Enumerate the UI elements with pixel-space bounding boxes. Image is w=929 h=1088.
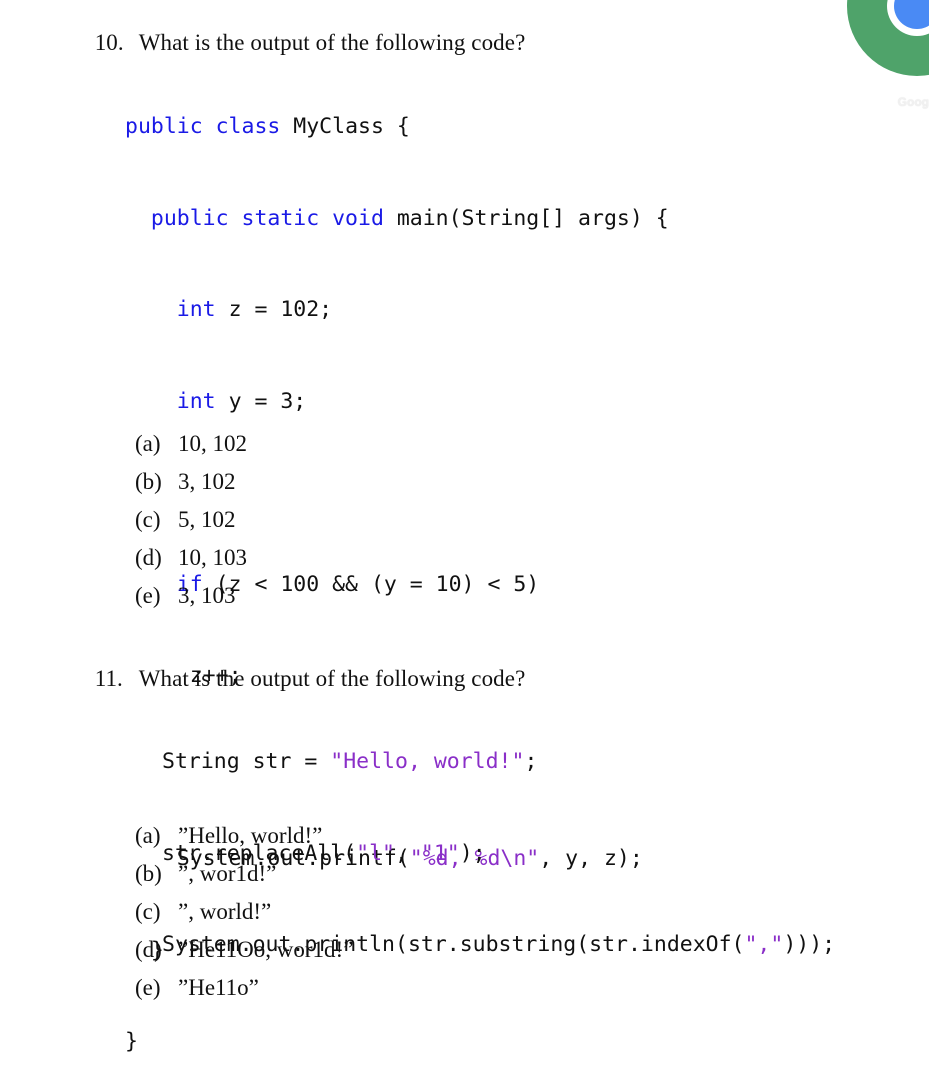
answer-option: (a) ”Hello, world!” <box>135 817 353 855</box>
option-label: (d) <box>135 545 162 570</box>
answer-option: (e) ”He11o” <box>135 969 353 1007</box>
option-text: 10, 102 <box>178 431 247 456</box>
code-line: public class MyClass { <box>125 114 410 139</box>
option-label: (d) <box>135 937 162 962</box>
code-line: public static void main(String[] args) { <box>150 205 669 231</box>
question-11-title: 11. What is the output of the following c… <box>83 640 526 692</box>
code-line: int z = 102; <box>176 297 333 322</box>
option-text: 10, 103 <box>178 545 247 570</box>
code-line: String str = "Hello, world!"; <box>162 749 538 774</box>
option-label: (a) <box>135 823 161 848</box>
option-label: (c) <box>135 899 161 924</box>
option-label: (e) <box>135 583 161 608</box>
option-label: (c) <box>135 507 161 532</box>
answer-option: (b) 3, 102 <box>135 463 247 501</box>
question-10-options: (a) 10, 102 (b) 3, 102 (c) 5, 102 (d) 10, 10… <box>135 425 247 615</box>
option-label: (b) <box>135 469 162 494</box>
question-number: 11. <box>94 666 123 691</box>
option-text: 5, 102 <box>178 507 236 532</box>
code-line: int y = 3; <box>176 388 307 414</box>
chrome-logo-text: Goog <box>897 95 929 109</box>
option-label: (e) <box>135 975 161 1000</box>
option-label: (b) <box>135 861 162 886</box>
option-text: ”He11Oo, wor1d!” <box>178 937 354 962</box>
answer-option: (d) ”He11Oo, wor1d!” <box>135 931 353 969</box>
option-label: (a) <box>135 431 161 456</box>
answer-option: (c) 5, 102 <box>135 501 247 539</box>
question-11-options: (a) ”Hello, world!” (b) ”, wor1d!” (c) ”, w… <box>135 817 353 1007</box>
option-text: ”, world!” <box>178 899 272 924</box>
answer-option: (c) ”, world!” <box>135 893 353 931</box>
option-text: ”Hello, world!” <box>178 823 323 848</box>
code-line: } <box>125 1029 138 1054</box>
option-text: ”, wor1d!” <box>178 861 277 886</box>
answer-option: (e) 3, 103 <box>135 577 247 615</box>
option-text: ”He11o” <box>178 975 259 1000</box>
answer-option: (b) ”, wor1d!” <box>135 855 353 893</box>
question-10-title: 10. What is the output of the following c… <box>83 4 526 56</box>
option-text: 3, 103 <box>178 583 236 608</box>
answer-option: (d) 10, 103 <box>135 539 247 577</box>
chrome-logo-icon <box>847 0 929 76</box>
answer-option: (a) 10, 102 <box>135 425 247 463</box>
option-text: 3, 102 <box>178 469 236 494</box>
